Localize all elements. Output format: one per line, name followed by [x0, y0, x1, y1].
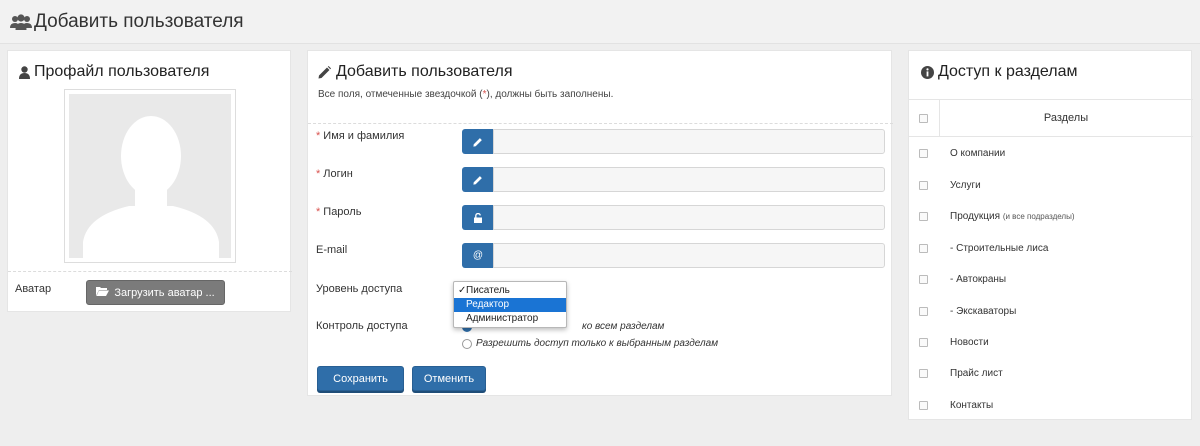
section-row-cranes: - Автокраны: [909, 264, 1193, 295]
access-level-dropdown[interactable]: ✓Писатель Редактор Администратор: [453, 281, 567, 328]
section-row-news: Новости: [909, 327, 1193, 358]
section-label: Прайс лист: [950, 368, 1003, 379]
radio-access-selected[interactable]: Разрешить доступ только к выбранным разд…: [462, 338, 718, 349]
section-checkbox[interactable]: [919, 401, 928, 410]
avatar-label: Аватар: [15, 283, 52, 295]
pencil-icon: [462, 129, 494, 154]
avatar-placeholder-image: [69, 94, 231, 258]
section-row-construction: - Строительные лиса: [909, 233, 1193, 264]
upload-avatar-button[interactable]: Загрузить аватар ...: [86, 280, 225, 305]
section-access-panel: Доступ к разделам Разделы О компании Усл…: [908, 50, 1193, 421]
access-level-option-writer[interactable]: ✓Писатель: [454, 284, 566, 298]
radio-button[interactable]: [462, 338, 472, 349]
user-icon: [19, 66, 30, 79]
note-text-end: ), должны быть заполнены.: [486, 89, 614, 100]
section-checkbox[interactable]: [919, 338, 928, 347]
profile-panel: Профайл пользователя Аватар Загрузить ав…: [7, 50, 292, 312]
avatar: [64, 89, 236, 263]
section-checkbox[interactable]: [919, 244, 928, 253]
section-label: Услуги: [950, 180, 981, 191]
access-level-option-admin[interactable]: Администратор: [454, 312, 566, 326]
sections-column-header: Разделы: [1043, 112, 1089, 124]
lock-icon: [462, 205, 494, 230]
cancel-button[interactable]: Отменить: [412, 366, 486, 391]
save-button[interactable]: Сохранить: [317, 366, 404, 391]
divider: [308, 123, 893, 124]
login-input[interactable]: [493, 167, 885, 192]
full-name-label-text: Имя и фамилия: [323, 130, 405, 142]
required-fields-note: Все поля, отмеченные звездочкой (*), дол…: [318, 89, 613, 100]
page-header: Добавить пользователя: [0, 0, 1200, 44]
password-input[interactable]: [493, 205, 885, 230]
upload-avatar-label: Загрузить аватар ...: [114, 286, 215, 299]
full-name-input[interactable]: [493, 129, 885, 154]
select-all-checkbox[interactable]: [919, 114, 928, 123]
check-icon: ✓: [458, 285, 467, 296]
sections-table-header: Разделы: [909, 99, 1193, 137]
pencil-icon: [462, 167, 494, 192]
section-label: Продукция (и все подразделы): [950, 211, 1075, 222]
option-label: Администратор: [466, 313, 539, 324]
access-level-option-editor[interactable]: Редактор: [454, 298, 566, 312]
at-icon: @: [462, 243, 494, 268]
section-label: Новости: [950, 337, 989, 348]
section-checkbox[interactable]: [919, 275, 928, 284]
section-row-contacts: Контакты: [909, 390, 1193, 421]
section-label-suffix: (и все подразделы): [1002, 212, 1075, 221]
pencil-icon: [318, 66, 331, 79]
section-access-title: Доступ к разделам: [938, 63, 1078, 80]
section-row-products: Продукция (и все подразделы): [909, 201, 1193, 232]
full-name-label: * Имя и фамилия: [316, 130, 405, 142]
section-row-pricelist: Прайс лист: [909, 358, 1193, 389]
section-checkbox[interactable]: [919, 181, 928, 190]
divider: [8, 271, 292, 272]
add-user-panel: Добавить пользователя Все поля, отмеченн…: [307, 50, 893, 396]
info-circle-icon: [921, 66, 934, 79]
radio-access-selected-label: Разрешить доступ только к выбранным разд…: [476, 338, 719, 349]
password-label-text: Пароль: [323, 206, 362, 218]
section-label: О компании: [950, 148, 1006, 159]
email-input[interactable]: [493, 243, 885, 268]
users-icon: [10, 14, 32, 30]
section-row-excavators: - Экскаваторы: [909, 296, 1193, 327]
login-group: [462, 167, 885, 192]
profile-panel-title: Профайл пользователя: [34, 63, 210, 80]
add-user-panel-title: Добавить пользователя: [336, 63, 513, 80]
option-label: Писатель: [466, 285, 510, 296]
section-label: - Строительные лиса: [950, 243, 1049, 254]
email-label: E-mail: [316, 244, 348, 256]
login-label-text: Логин: [323, 168, 353, 180]
section-checkbox[interactable]: [919, 369, 928, 378]
folder-open-icon: [96, 286, 110, 299]
section-row-company: О компании: [909, 138, 1193, 169]
section-label: - Автокраны: [950, 274, 1007, 285]
access-control-label: Контроль доступа: [316, 320, 408, 332]
section-checkbox[interactable]: [919, 307, 928, 316]
section-checkbox[interactable]: [919, 212, 928, 221]
login-label: * Логин: [316, 168, 353, 180]
email-group: @: [462, 243, 885, 268]
note-text: Все поля, отмеченные звездочкой (: [318, 89, 483, 100]
full-name-group: [462, 129, 885, 154]
section-row-services: Услуги: [909, 170, 1193, 201]
page-title: Добавить пользователя: [34, 11, 244, 32]
password-group: [462, 205, 885, 230]
section-checkbox[interactable]: [919, 149, 928, 158]
option-label: Редактор: [466, 299, 510, 310]
access-level-label: Уровень доступа: [316, 283, 403, 295]
section-label: - Экскаваторы: [950, 306, 1017, 317]
section-label: Контакты: [950, 400, 994, 411]
password-label: * Пароль: [316, 206, 362, 218]
